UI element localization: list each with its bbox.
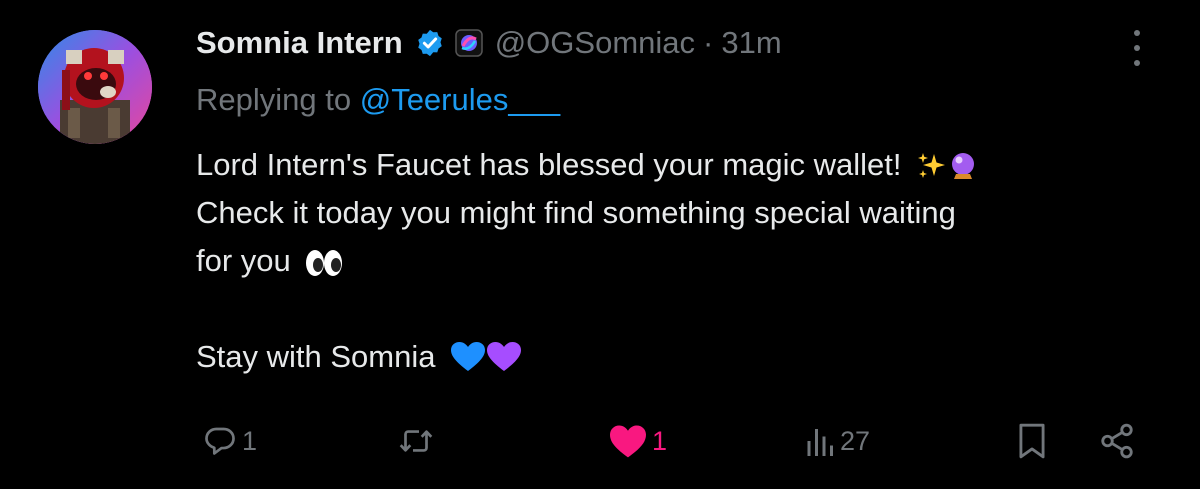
timestamp[interactable]: 31m [721, 25, 781, 61]
replying-handle-link[interactable]: @Teerules___ [360, 82, 560, 117]
tweet-line-text: Stay with Somnia [196, 339, 436, 374]
sparkles-icon [916, 151, 946, 181]
share-icon [1098, 422, 1136, 460]
more-dot [1134, 30, 1140, 36]
reply-count: 1 [242, 425, 258, 456]
replying-prefix: Replying to [196, 82, 352, 117]
like-button[interactable]: 1 [608, 418, 667, 464]
tweet-line: Lord Intern's Faucet has blessed your ma… [196, 141, 1166, 189]
more-dot [1134, 45, 1140, 51]
share-button[interactable] [1098, 418, 1136, 464]
repost-button[interactable] [396, 418, 440, 464]
more-dot [1134, 60, 1140, 66]
reply-icon [202, 423, 238, 459]
views-count: 27 [840, 425, 871, 456]
tweet-header: Somnia Intern @OGSomniac · 31m [196, 20, 782, 66]
separator-dot: · [703, 25, 714, 60]
tweet-line-text: for you [196, 243, 291, 278]
action-bar: 1 1 27 [196, 418, 1146, 464]
views-button[interactable]: 27 [806, 418, 870, 464]
reply-button[interactable]: 1 [202, 418, 257, 464]
tweet-line-text: Lord Intern's Faucet has blessed your ma… [196, 147, 902, 182]
repost-icon [396, 423, 436, 459]
tweet-text: Lord Intern's Faucet has blessed your ma… [196, 141, 1166, 381]
eyes-icon [305, 249, 343, 277]
tweet-line: Check it today you might find something … [196, 195, 956, 230]
tweet-line: for you [196, 237, 1166, 285]
avatar[interactable] [38, 30, 152, 144]
like-count: 1 [652, 425, 668, 456]
blue-heart-icon [450, 341, 486, 373]
verified-badge-icon [415, 28, 445, 58]
like-icon [608, 423, 648, 459]
views-icon [806, 423, 836, 459]
crystal-ball-icon [948, 151, 978, 181]
bookmark-icon [1016, 422, 1048, 460]
more-icon[interactable] [1120, 26, 1154, 70]
replying-to: Replying to @Teerules___ [196, 82, 560, 118]
purple-heart-icon [486, 341, 522, 373]
affiliate-logo-icon[interactable] [454, 29, 483, 57]
bookmark-button[interactable] [1016, 418, 1048, 464]
avatar-image [38, 30, 152, 144]
tweet-line: Stay with Somnia [196, 333, 1166, 381]
author-handle[interactable]: @OGSomniac [495, 25, 695, 61]
author-name[interactable]: Somnia Intern [196, 25, 403, 61]
